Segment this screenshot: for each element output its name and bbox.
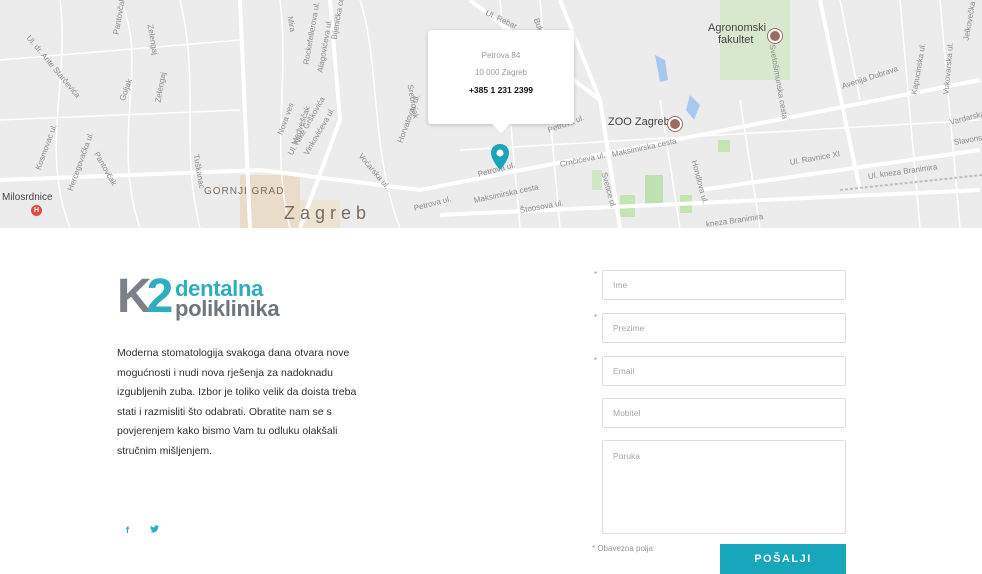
map-label-agronomski: Agronomski xyxy=(708,22,767,34)
clinic-description: Moderna stomatologija svakoga dana otvar… xyxy=(117,347,357,457)
map-label-milosrdnice: Milosrdnice xyxy=(2,192,53,203)
ime-input[interactable] xyxy=(602,270,846,300)
prezime-input[interactable] xyxy=(602,313,846,343)
required-mark: * xyxy=(594,270,598,279)
social-links: f xyxy=(126,520,176,538)
map-label-gornji-grad: GORNJI GRAD xyxy=(204,186,285,197)
location-pin-icon[interactable] xyxy=(490,143,510,171)
required-mark: * xyxy=(594,356,598,365)
mobitel-input[interactable] xyxy=(602,398,846,428)
hospital-poi-icon[interactable]: H xyxy=(31,205,42,216)
location-map[interactable]: Ul. Rebar Ul. dr. Ante Starčevića Pantov… xyxy=(0,0,982,228)
zoo-poi-icon[interactable] xyxy=(668,117,682,131)
info-phone[interactable]: +385 1 231 2399 xyxy=(428,85,574,95)
university-poi-icon[interactable] xyxy=(768,29,782,43)
info-address: Petrova 84 xyxy=(481,51,521,60)
logo-text-poliklinika: poliklinika xyxy=(175,296,280,321)
email-input[interactable] xyxy=(602,356,846,386)
poruka-textarea[interactable] xyxy=(602,440,846,534)
facebook-icon[interactable]: f xyxy=(126,525,129,535)
logo-mark: K2 xyxy=(117,270,173,323)
map-label-zoo: ZOO Zagreb xyxy=(608,116,670,128)
map-label-zagreb: Zagreb xyxy=(284,203,372,223)
map-info-window: Petrova 84 10 000 Zagreb +385 1 231 2399 xyxy=(428,30,574,133)
required-fields-note: * Obavezna polja xyxy=(592,544,653,553)
map-label-fakultet: fakultet xyxy=(718,34,754,46)
required-mark: * xyxy=(594,313,598,322)
twitter-icon[interactable] xyxy=(150,525,160,535)
info-postal-code: 10 000 Zagreb xyxy=(474,68,528,77)
